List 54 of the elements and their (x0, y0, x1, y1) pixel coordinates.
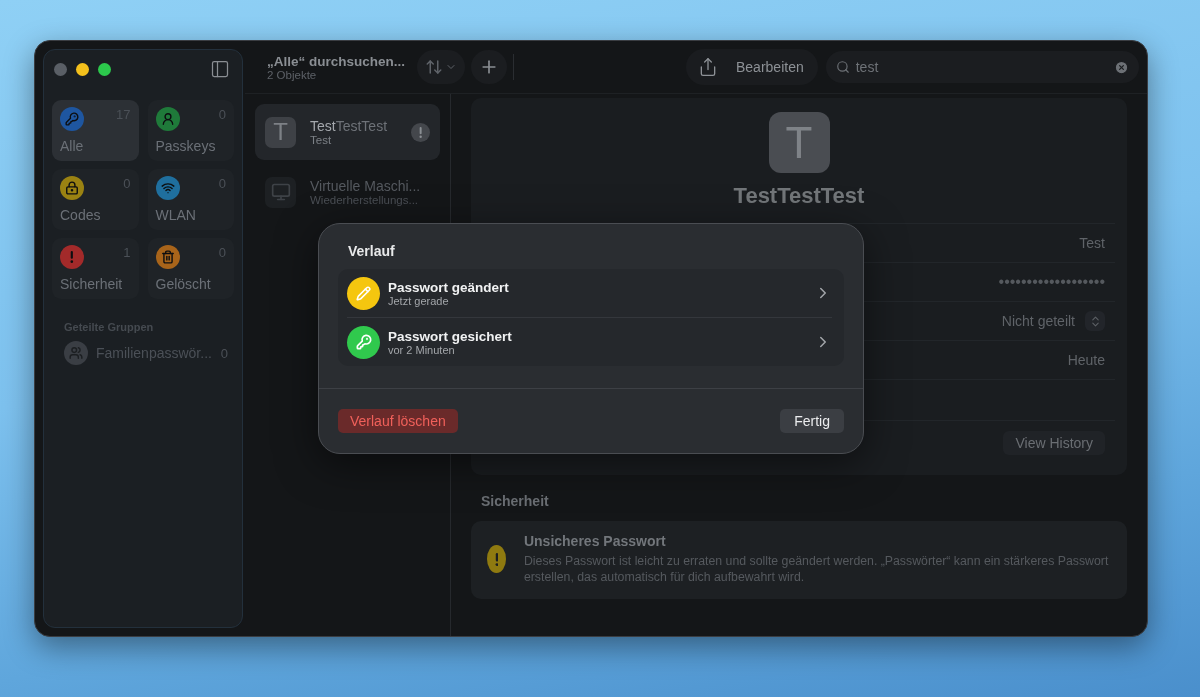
item-title: Virtuelle Maschi... (310, 178, 422, 194)
sidebar-toggle-icon[interactable] (210, 59, 230, 79)
history-entry[interactable]: Passwort geändert Jetzt gerade (347, 269, 832, 317)
done-button[interactable]: Fertig (780, 409, 844, 433)
category-label: WLAN (155, 207, 197, 223)
category-label: Sicherheit (60, 276, 124, 292)
monitor-icon (265, 176, 296, 208)
list-item[interactable]: T TestTestTest Test (255, 104, 440, 160)
entry-time: vor 2 Minuten (388, 343, 455, 356)
search-field[interactable]: test (825, 51, 1139, 83)
view-history-button[interactable]: View History (1003, 431, 1105, 455)
list-title: „Alle“ durchsuchen... (267, 53, 407, 69)
exclamation-icon (418, 126, 423, 138)
trash-icon (160, 250, 175, 264)
dialog-title: Verlauf (348, 243, 396, 259)
search-icon (835, 60, 850, 74)
item-subtitle: Test (310, 134, 333, 146)
stepper-icon[interactable] (1085, 311, 1105, 331)
sort-button[interactable] (417, 50, 465, 84)
item-title: TestTestTest (310, 118, 389, 134)
field-value: Heute (1067, 352, 1105, 368)
entry-title: Passwort gesichert (388, 328, 513, 344)
list-item[interactable]: Virtuelle Maschi... Wiederherstellungs... (255, 164, 440, 220)
history-entry[interactable]: Passwort gesichert vor 2 Minuten (347, 317, 832, 366)
section-heading: Sicherheit (481, 493, 550, 509)
minimize-icon[interactable] (76, 62, 89, 76)
category-label: Gelöscht (155, 276, 212, 292)
clear-icon[interactable] (1114, 59, 1129, 75)
wifi-icon (160, 181, 175, 195)
lock-icon (65, 181, 79, 195)
password-value: ••••••••••••••••••• (998, 273, 1105, 291)
sort-arrows-icon (425, 58, 443, 76)
warning-title: Unsicheres Passwort (523, 533, 667, 549)
category-label: Passkeys (155, 138, 217, 154)
category-label: Codes (60, 207, 102, 223)
exclamation-icon (70, 251, 74, 263)
delete-history-button[interactable]: Verlauf löschen (338, 409, 458, 433)
sharing-select[interactable]: Nicht geteilt (1001, 313, 1075, 329)
zoom-icon[interactable] (98, 62, 111, 76)
field-value: Test (1079, 235, 1105, 251)
exclamation-icon (494, 552, 499, 566)
key-icon (65, 112, 79, 126)
add-button[interactable] (471, 50, 507, 84)
entry-title: TestTestTest (733, 183, 865, 209)
search-input[interactable]: test (853, 58, 1110, 76)
letter-thumbnail: T (265, 116, 296, 148)
person-icon (160, 112, 175, 126)
entry-title: Passwort geändert (388, 279, 510, 295)
group-icon (64, 341, 88, 365)
entry-time: Jetzt gerade (388, 294, 450, 307)
list-subtitle: 2 Objekte (267, 68, 318, 81)
item-subtitle: Wiederherstellungs... (310, 194, 420, 206)
close-icon[interactable] (54, 62, 67, 76)
category-label: Alle (60, 138, 85, 154)
